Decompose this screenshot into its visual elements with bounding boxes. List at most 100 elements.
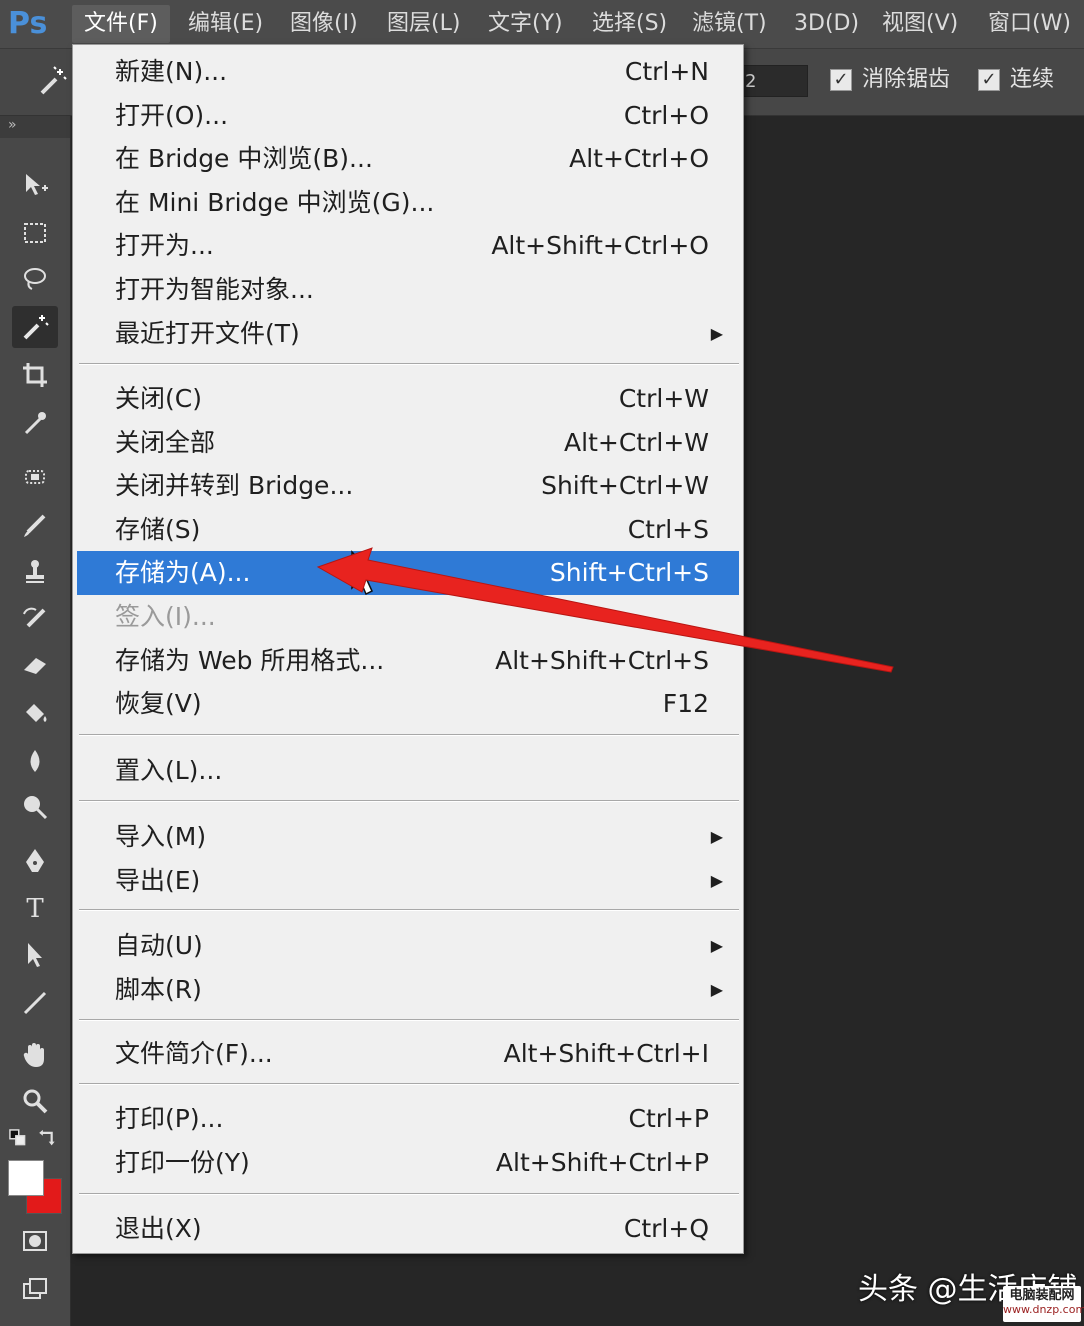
watermark-badge-url: www.dnzp.com <box>1003 1303 1084 1316</box>
default-colors-icon[interactable] <box>4 1124 32 1152</box>
menu-item-file-info[interactable]: 文件简介(F)... Alt+Shift+Ctrl+I <box>77 1032 739 1076</box>
stamp-icon[interactable] <box>12 550 58 592</box>
type-icon[interactable]: T <box>12 886 58 928</box>
submenu-arrow-icon: ▶ <box>710 324 723 343</box>
menu-item-shortcut: Ctrl+Q <box>623 1214 709 1243</box>
menu-item-place[interactable]: 置入(L)... <box>77 749 739 793</box>
menu-item-automate[interactable]: 自动(U) ▶ <box>77 924 739 968</box>
contiguous-label: 连续 <box>1010 67 1055 92</box>
dodge-icon[interactable] <box>12 786 58 828</box>
menu-item-print[interactable]: 打印(P)... Ctrl+P <box>77 1097 739 1141</box>
menu-item-exit[interactable]: 退出(X) Ctrl+Q <box>77 1207 739 1251</box>
menu-item-close[interactable]: 关闭(C) Ctrl+W <box>77 377 739 421</box>
menu-item-save-for-web[interactable]: 存储为 Web 所用格式... Alt+Shift+Ctrl+S <box>77 639 739 683</box>
menu-item-shortcut: Shift+Ctrl+W <box>541 471 709 500</box>
lasso-icon[interactable] <box>12 258 58 300</box>
zoom-icon[interactable] <box>12 1080 58 1122</box>
line-icon[interactable] <box>12 982 58 1024</box>
menu-item-save-as[interactable]: 存储为(A)... Shift+Ctrl+S <box>77 551 739 595</box>
eraser-icon[interactable] <box>12 644 58 686</box>
menu-item-open[interactable]: 打开(O)... Ctrl+O <box>77 94 739 138</box>
brush-icon[interactable] <box>12 504 58 546</box>
menu-item-close-all[interactable]: 关闭全部 Alt+Ctrl+W <box>77 421 739 465</box>
watermark-badge-title: 电脑装配网 <box>1009 1288 1075 1303</box>
menu-item-check-in: 签入(I)... <box>77 595 739 639</box>
menu-item-close-and-go-to-bridge[interactable]: 关闭并转到 Bridge... Shift+Ctrl+W <box>77 464 739 508</box>
menu-item-label: 导出(E) <box>115 866 201 895</box>
menu-item-open-as-smart-object[interactable]: 打开为智能对象... <box>77 268 739 312</box>
menu-view[interactable]: 视图(V) <box>870 5 970 43</box>
screen-mode-icon[interactable] <box>12 1268 58 1310</box>
hand-icon[interactable] <box>12 1034 58 1076</box>
submenu-arrow-icon: ▶ <box>710 827 723 846</box>
menu-item-label: 打印(P)... <box>115 1104 224 1133</box>
menu-type[interactable]: 文字(Y) <box>476 5 575 43</box>
menu-item-shortcut: Ctrl+S <box>627 515 709 544</box>
antialias-label: 消除锯齿 <box>862 67 951 92</box>
menu-item-label: 恢复(V) <box>115 689 202 718</box>
tools-panel-collapse[interactable]: » <box>0 116 70 138</box>
foreground-color-swatch[interactable] <box>8 1160 44 1196</box>
menu-item-shortcut: Shift+Ctrl+S <box>549 558 709 587</box>
menu-item-revert[interactable]: 恢复(V) F12 <box>77 682 739 726</box>
menu-file[interactable]: 文件(F) <box>72 5 170 43</box>
menu-item-shortcut: Alt+Ctrl+O <box>569 144 709 173</box>
menu-select[interactable]: 选择(S) <box>580 5 679 43</box>
menu-item-label: 打开为智能对象... <box>115 275 314 304</box>
menu-separator <box>79 1019 739 1021</box>
menu-edit[interactable]: 编辑(E) <box>176 5 275 43</box>
menu-item-browse-in-mini-bridge[interactable]: 在 Mini Bridge 中浏览(G)... <box>77 181 739 225</box>
submenu-arrow-icon: ▶ <box>710 980 723 999</box>
menu-item-open-as[interactable]: 打开为... Alt+Shift+Ctrl+O <box>77 224 739 268</box>
menu-layer[interactable]: 图层(L) <box>375 5 472 43</box>
bucket-icon[interactable] <box>12 692 58 734</box>
antialias-checkbox[interactable]: ✓ <box>830 69 852 91</box>
marquee-icon[interactable] <box>12 212 58 254</box>
menu-item-label: 打开为... <box>115 231 214 260</box>
menu-item-scripts[interactable]: 脚本(R) ▶ <box>77 968 739 1012</box>
quick-mask-icon[interactable] <box>12 1220 58 1262</box>
menu-item-shortcut: Alt+Shift+Ctrl+S <box>495 646 709 675</box>
drop-icon[interactable] <box>12 740 58 782</box>
file-menu-dropdown: 新建(N)... Ctrl+N 打开(O)... Ctrl+O 在 Bridge 中… <box>72 44 744 1254</box>
menu-window[interactable]: 窗口(W) <box>976 5 1083 43</box>
bandage-icon[interactable] <box>12 456 58 498</box>
swap-colors-icon[interactable] <box>34 1124 62 1152</box>
menu-separator <box>79 363 739 365</box>
menu-item-export[interactable]: 导出(E) ▶ <box>77 859 739 903</box>
menu-item-label: 新建(N)... <box>115 57 228 86</box>
menu-item-shortcut: Ctrl+W <box>618 384 709 413</box>
menu-separator <box>79 1193 739 1195</box>
magic-wand-tool-icon[interactable] <box>12 306 58 348</box>
menu-item-label: 关闭并转到 Bridge... <box>115 471 354 500</box>
menu-item-new[interactable]: 新建(N)... Ctrl+N <box>77 50 739 94</box>
menu-item-label: 最近打开文件(T) <box>115 319 300 348</box>
tolerance-input[interactable]: 2 <box>738 65 808 97</box>
menu-item-import[interactable]: 导入(M) ▶ <box>77 815 739 859</box>
menu-3d[interactable]: 3D(D) <box>782 5 871 43</box>
menu-item-shortcut: F12 <box>662 689 709 718</box>
menu-item-print-one-copy[interactable]: 打印一份(Y) Alt+Shift+Ctrl+P <box>77 1141 739 1185</box>
menu-item-open-recent[interactable]: 最近打开文件(T) ▶ <box>77 312 739 356</box>
history-brush-icon[interactable] <box>12 598 58 640</box>
pen-icon[interactable] <box>12 840 58 882</box>
eyedropper-icon[interactable] <box>12 402 58 444</box>
menu-item-label: 存储为(A)... <box>115 558 251 587</box>
menu-item-shortcut: Alt+Shift+Ctrl+I <box>503 1039 709 1068</box>
menu-item-browse-in-bridge[interactable]: 在 Bridge 中浏览(B)... Alt+Ctrl+O <box>77 137 739 181</box>
photoshop-logo: Ps <box>8 6 48 41</box>
menu-filter[interactable]: 滤镜(T) <box>680 5 779 43</box>
contiguous-checkbox[interactable]: ✓ <box>978 69 1000 91</box>
menu-item-label: 打开(O)... <box>115 101 229 130</box>
menu-item-label: 置入(L)... <box>115 756 223 785</box>
menu-image[interactable]: 图像(I) <box>278 5 370 43</box>
menu-item-save[interactable]: 存储(S) Ctrl+S <box>77 508 739 552</box>
arrow-icon[interactable] <box>12 934 58 976</box>
watermark-badge: 电脑装配网 www.dnzp.com <box>1003 1286 1084 1322</box>
menu-item-label: 文件简介(F)... <box>115 1039 273 1068</box>
move-icon[interactable] <box>12 164 58 206</box>
menu-item-shortcut: Alt+Shift+Ctrl+O <box>491 231 709 260</box>
menu-separator <box>79 734 739 736</box>
crop-icon[interactable] <box>12 354 58 396</box>
magic-wand-icon[interactable] <box>34 63 70 103</box>
